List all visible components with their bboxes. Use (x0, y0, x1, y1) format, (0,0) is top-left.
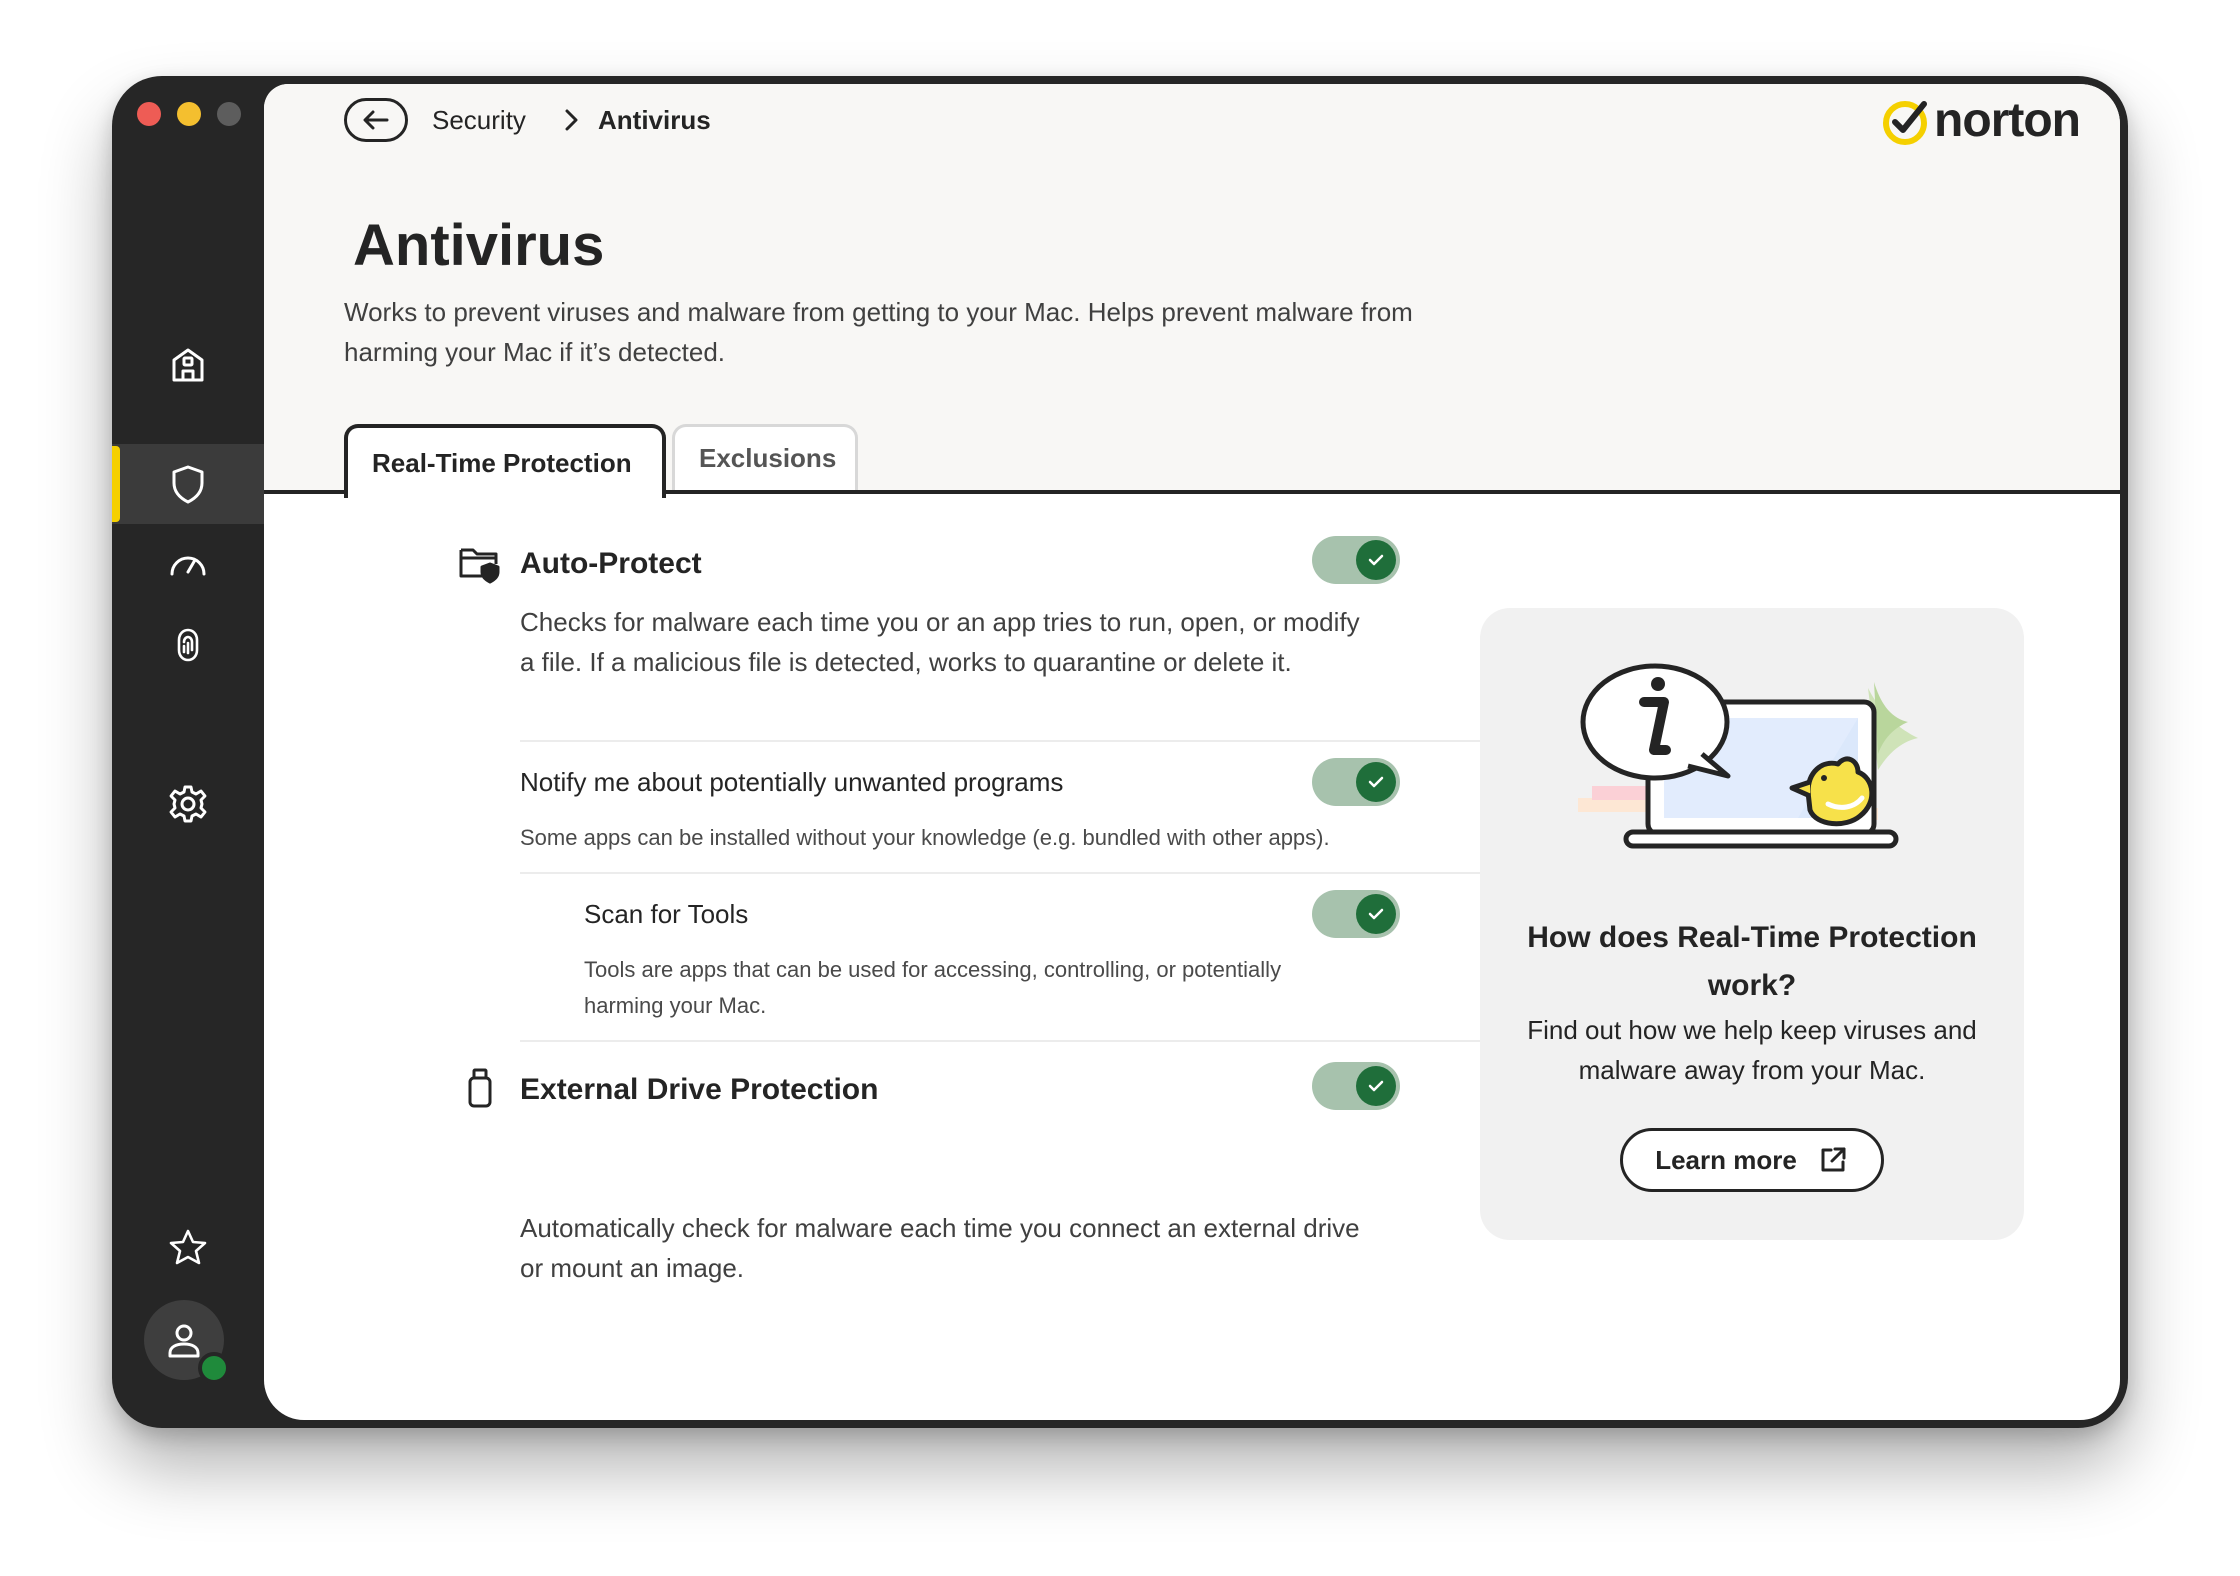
tab-real-time-protection[interactable]: Real-Time Protection (344, 424, 666, 498)
pup-title: Notify me about potentially unwanted pro… (520, 767, 1064, 797)
divider (520, 872, 1512, 874)
online-status-indicator (198, 1352, 230, 1384)
scan-tools-description: Tools are apps that can be used for acce… (584, 957, 1282, 1018)
norton-logo: norton (1880, 94, 2081, 147)
back-button[interactable] (344, 98, 408, 142)
page-title: Antivirus (353, 213, 605, 278)
divider (520, 740, 1512, 742)
home-icon (172, 348, 204, 382)
check-icon (1368, 1080, 1384, 1092)
learn-more-label: Learn more (1655, 1144, 1797, 1175)
usb-drive-icon (468, 1068, 492, 1108)
sidebar-item-privacy[interactable] (112, 604, 264, 684)
auto-protect-title: Auto-Protect (520, 547, 702, 580)
check-icon (1368, 554, 1384, 566)
sidebar-item-security[interactable] (112, 444, 264, 524)
external-drive-toggle[interactable] (1312, 1062, 1400, 1110)
sidebar (112, 76, 264, 1428)
pup-toggle[interactable] (1312, 758, 1400, 806)
main-content: Security Antivirus norton Antivirus Work… (264, 84, 2120, 1420)
shield-icon (172, 465, 204, 504)
external-link-icon (1821, 1147, 1846, 1172)
scan-tools-title: Scan for Tools (584, 899, 749, 929)
info-illustration (1578, 663, 1918, 849)
info-card-text: Find out how we help keep viruses and ma… (1527, 1015, 1977, 1085)
learn-more-button[interactable]: Learn more (1620, 1128, 1884, 1192)
auto-protect-toggle[interactable] (1312, 536, 1400, 584)
page-description: Works to prevent viruses and malware fro… (344, 297, 1413, 367)
app-window: Security Antivirus norton Antivirus Work… (112, 76, 2128, 1428)
tab-exclusions[interactable]: Exclusions (672, 424, 858, 490)
auto-protect-description: Checks for malware each time you or an a… (520, 607, 1360, 677)
check-icon (1368, 908, 1384, 920)
user-icon (168, 1324, 200, 1358)
sidebar-item-settings[interactable] (112, 764, 264, 844)
external-drive-title: External Drive Protection (520, 1073, 879, 1106)
norton-checkmark-icon (1883, 101, 1928, 145)
external-drive-description: Automatically check for malware each tim… (520, 1213, 1360, 1283)
sidebar-item-favorites[interactable] (112, 1208, 264, 1288)
brand-name: norton (1934, 94, 2081, 147)
gear-icon (169, 785, 207, 823)
speedometer-icon (170, 556, 206, 576)
arrow-left-icon (363, 110, 389, 130)
sidebar-item-home[interactable] (112, 324, 264, 404)
sidebar-item-performance[interactable] (112, 524, 264, 604)
check-icon (1368, 776, 1384, 788)
breadcrumb-antivirus: Antivirus (598, 105, 711, 135)
info-card: How does Real-Time Protection work? Find… (1480, 608, 2024, 1240)
fingerprint-icon (177, 628, 199, 662)
star-icon (169, 1229, 207, 1265)
chevron-right-icon (565, 109, 578, 131)
divider (520, 1040, 1512, 1042)
info-card-title: How does Real-Time Protection work? (1527, 921, 1977, 1002)
folder-shield-icon (459, 548, 500, 584)
breadcrumb-security[interactable]: Security (432, 104, 526, 136)
scan-tools-toggle[interactable] (1312, 890, 1400, 938)
pup-description: Some apps can be installed without your … (520, 825, 1330, 850)
